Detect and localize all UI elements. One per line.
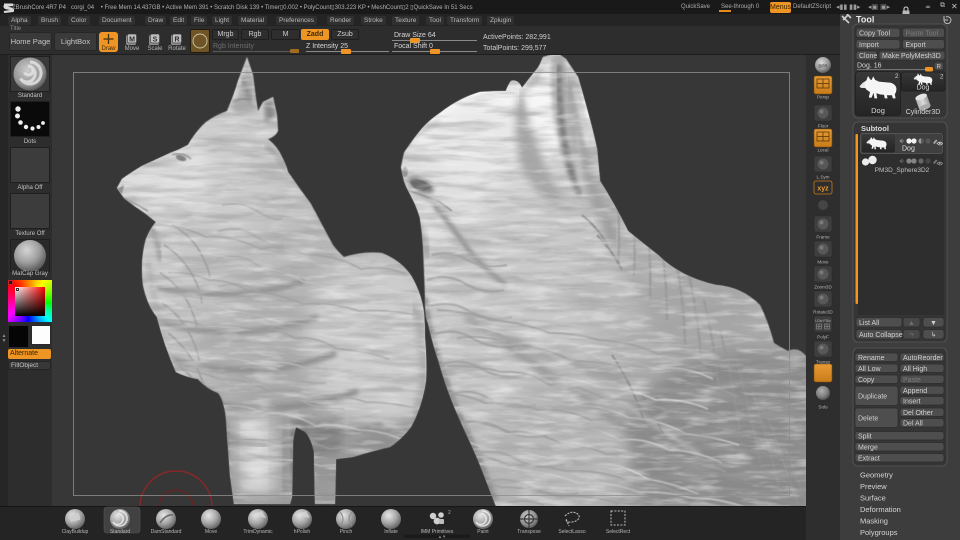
svg-text:Dog: Dog xyxy=(917,85,930,92)
svg-text:Dog: Dog xyxy=(871,106,885,115)
svg-text:Del Other: Del Other xyxy=(903,410,934,417)
svg-text:Surface: Surface xyxy=(860,494,886,503)
svg-text:Masking: Masking xyxy=(860,517,888,526)
svg-text:R: R xyxy=(937,65,942,71)
svg-text:Insert: Insert xyxy=(903,398,921,405)
svg-text:Paste Tool: Paste Tool xyxy=(906,30,939,37)
svg-text:PM3D_Sphere3D2: PM3D_Sphere3D2 xyxy=(875,167,930,174)
svg-text:Delete: Delete xyxy=(858,415,878,422)
svg-text:▲: ▲ xyxy=(908,320,915,327)
svg-text:Merge: Merge xyxy=(858,444,878,451)
svg-text:Paste: Paste xyxy=(903,377,921,384)
svg-text:Deformation: Deformation xyxy=(860,505,901,514)
svg-text:Copy: Copy xyxy=(858,377,875,384)
svg-text:List All: List All xyxy=(859,320,880,327)
svg-text:Make PolyMesh3D: Make PolyMesh3D xyxy=(882,53,941,60)
svg-text:Cylinder3D: Cylinder3D xyxy=(906,109,941,116)
svg-text:Dog. 16: Dog. 16 xyxy=(857,63,882,70)
svg-text:↷: ↷ xyxy=(909,332,915,339)
svg-text:Auto Collapse: Auto Collapse xyxy=(859,332,903,339)
svg-text:▼: ▼ xyxy=(930,320,937,327)
svg-text:Geometry: Geometry xyxy=(860,471,893,480)
svg-text:Extract: Extract xyxy=(858,455,880,462)
svg-text:All Low: All Low xyxy=(858,366,882,373)
svg-text:Del All: Del All xyxy=(903,420,923,427)
svg-text:Preview: Preview xyxy=(860,482,887,491)
svg-text:Clone: Clone xyxy=(859,53,877,60)
svg-text:Dog: Dog xyxy=(902,146,915,153)
svg-text:Polygroups: Polygroups xyxy=(860,528,898,537)
svg-text:Split: Split xyxy=(858,433,872,440)
svg-text:Append: Append xyxy=(903,388,927,395)
svg-text:Rename: Rename xyxy=(858,355,885,362)
svg-text:All High: All High xyxy=(903,366,927,373)
svg-text:Copy Tool: Copy Tool xyxy=(859,30,890,37)
svg-text:↳: ↳ xyxy=(931,331,936,339)
svg-text:Subtool: Subtool xyxy=(861,124,889,133)
svg-text:Export: Export xyxy=(906,42,926,49)
svg-text:AutoReorder: AutoReorder xyxy=(903,355,943,362)
svg-text:Duplicate: Duplicate xyxy=(858,393,887,400)
svg-text:Tool: Tool xyxy=(856,15,874,25)
svg-text:Import: Import xyxy=(859,42,879,49)
